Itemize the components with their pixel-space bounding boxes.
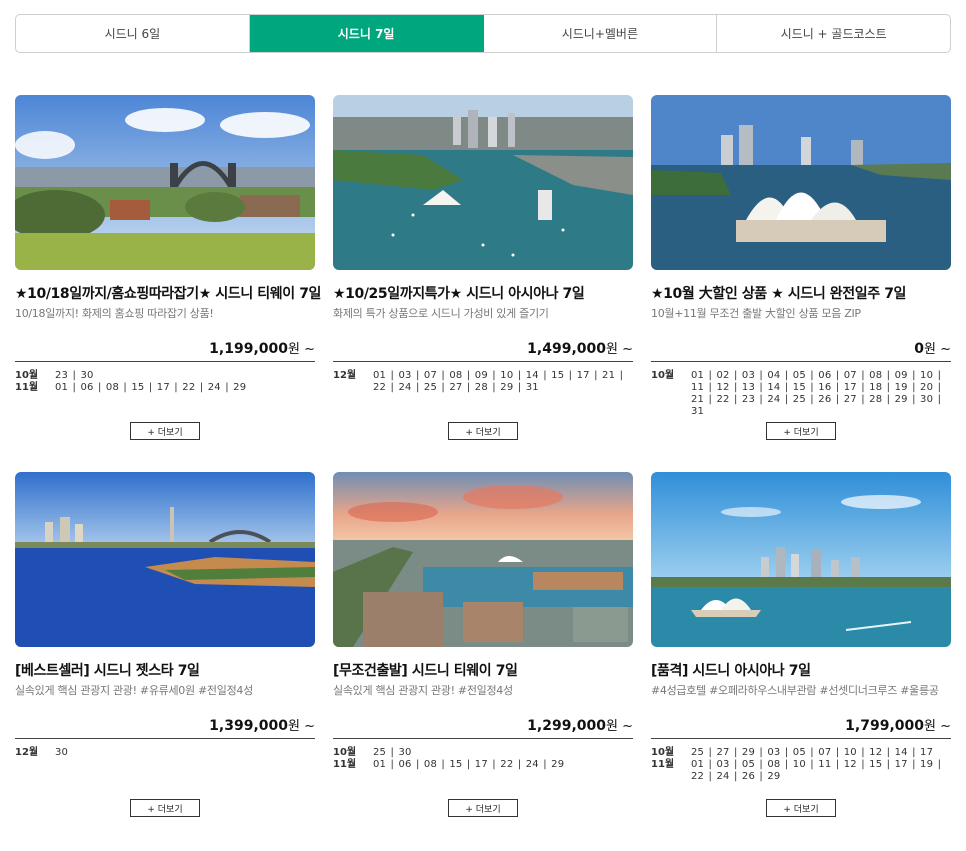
tab-sydney-7days[interactable]: 시드니 7일: [249, 15, 484, 52]
product-title[interactable]: [베스트셀러] 시드니 젯스타 7일: [15, 660, 315, 680]
product-subtitle: 10월+11월 무조건 출발 大할인 상품 모음 ZIP: [651, 307, 861, 320]
price-currency: 원 ~: [288, 719, 315, 734]
price-currency: 원 ~: [288, 342, 315, 357]
divider: [333, 361, 633, 362]
product-price: 1,799,000원 ~: [651, 715, 951, 735]
departure-days[interactable]: 01 | 03 | 07 | 08 | 09 | 10 | 14 | 15 | …: [373, 370, 633, 394]
departure-dates: 10월 25 | 30 11월 01 | 06 | 08 | 15 | 17 | 2…: [333, 747, 633, 785]
departure-days[interactable]: 01 | 06 | 08 | 15 | 17 | 22 | 24 | 29: [55, 382, 315, 394]
product-price: 0원 ~: [651, 338, 951, 358]
departure-month: 12월: [333, 370, 357, 381]
price-value: 1,799,000: [845, 718, 924, 734]
departure-month: 11월: [651, 759, 675, 770]
product-title[interactable]: [무조건출발] 시드니 티웨이 7일: [333, 660, 633, 680]
tab-sydney-6days[interactable]: 시드니 6일: [16, 15, 250, 52]
more-button[interactable]: + 더보기: [448, 422, 518, 440]
divider: [15, 361, 315, 362]
product-subtitle: 실속있게 핵심 관광지 관광! #유류세0원 #전일정4성: [15, 684, 253, 697]
price-currency: 원 ~: [606, 719, 633, 734]
tab-sydney-melbourne[interactable]: 시드니+멜버른: [484, 15, 718, 52]
departure-month: 10월: [333, 747, 357, 758]
price-currency: 원 ~: [924, 342, 951, 357]
more-button[interactable]: + 더보기: [448, 799, 518, 817]
departure-days[interactable]: 01 | 06 | 08 | 15 | 17 | 22 | 24 | 29: [373, 759, 633, 771]
departure-month: 11월: [15, 382, 39, 393]
departure-days[interactable]: 01 | 03 | 05 | 08 | 10 | 11 | 12 | 15 | …: [691, 759, 951, 783]
price-value: 1,499,000: [527, 341, 606, 357]
departure-month: 10월: [15, 370, 39, 381]
product-subtitle: 10/18일까지! 화제의 홈쇼핑 따라잡기 상품!: [15, 307, 214, 320]
product-card[interactable]: [무조건출발] 시드니 티웨이 7일 실속있게 핵심 관광지 관광! #전일정4…: [333, 472, 633, 817]
price-value: 1,199,000: [209, 341, 288, 357]
departure-month: 10월: [651, 370, 675, 381]
departure-days[interactable]: 25 | 30: [373, 747, 633, 759]
product-card[interactable]: ★10월 大할인 상품 ★ 시드니 완전일주 7일 10월+11월 무조건 출발…: [651, 95, 951, 440]
product-title[interactable]: ★10/25일까지특가★ 시드니 아시아나 7일: [333, 283, 633, 303]
product-price: 1,499,000원 ~: [333, 338, 633, 358]
divider: [15, 738, 315, 739]
product-image-sunset-harbour[interactable]: [333, 472, 633, 647]
departure-dates: 12월 01 | 03 | 07 | 08 | 09 | 10 | 14 | 15…: [333, 370, 633, 408]
product-price: 1,399,000원 ~: [15, 715, 315, 735]
product-price: 1,299,000원 ~: [333, 715, 633, 735]
product-image-opera-house-cityscape[interactable]: [651, 472, 951, 647]
product-card[interactable]: [베스트셀러] 시드니 젯스타 7일 실속있게 핵심 관광지 관광! #유류세0…: [15, 472, 315, 817]
tab-bar: 시드니 6일 시드니 7일 시드니+멜버른 시드니 + 골드코스트: [15, 14, 951, 53]
product-card[interactable]: ★10/18일까지/홈쇼핑따라잡기★ 시드니 티웨이 7일 10/18일까지! …: [15, 95, 321, 440]
more-button[interactable]: + 더보기: [130, 422, 200, 440]
price-value: 0: [914, 341, 924, 357]
product-image-harbour-bridge[interactable]: [15, 95, 315, 270]
product-price: 1,199,000원 ~: [15, 338, 315, 358]
divider: [651, 738, 951, 739]
price-value: 1,399,000: [209, 718, 288, 734]
departure-days[interactable]: 30: [55, 747, 315, 759]
more-button[interactable]: + 더보기: [766, 422, 836, 440]
departure-dates: 10월 01 | 02 | 03 | 04 | 05 | 06 | 07 | 08…: [651, 370, 951, 417]
price-currency: 원 ~: [606, 342, 633, 357]
product-title[interactable]: ★10/18일까지/홈쇼핑따라잡기★ 시드니 티웨이 7일: [15, 283, 321, 303]
divider: [651, 361, 951, 362]
product-title[interactable]: ★10월 大할인 상품 ★ 시드니 완전일주 7일: [651, 283, 951, 303]
departure-days[interactable]: 01 | 02 | 03 | 04 | 05 | 06 | 07 | 08 | …: [691, 370, 951, 418]
departure-dates: 10월 25 | 27 | 29 | 03 | 05 | 07 | 10 | 12…: [651, 747, 951, 785]
product-card[interactable]: ★10/25일까지특가★ 시드니 아시아나 7일 화제의 특가 상품으로 시드니…: [333, 95, 633, 440]
departure-month: 11월: [333, 759, 357, 770]
departure-dates: 10월 23 | 30 11월 01 | 06 | 08 | 15 | 17 | 2…: [15, 370, 315, 408]
departure-days[interactable]: 25 | 27 | 29 | 03 | 05 | 07 | 10 | 12 | …: [691, 747, 951, 759]
departure-month: 10월: [651, 747, 675, 758]
product-subtitle: #4성급호텔 #오페라하우스내부관람 #선셋디너크루즈 #울릉공: [651, 684, 939, 697]
departure-month: 12월: [15, 747, 39, 758]
product-subtitle: 화제의 특가 상품으로 시드니 가성비 있게 즐기기: [333, 307, 549, 320]
product-image-harbour-skyline[interactable]: [15, 472, 315, 647]
product-subtitle: 실속있게 핵심 관광지 관광! #전일정4성: [333, 684, 513, 697]
departure-dates: 12월 30: [15, 747, 315, 785]
divider: [333, 738, 633, 739]
departure-days[interactable]: 23 | 30: [55, 370, 315, 382]
product-card[interactable]: [품격] 시드니 아시아나 7일 #4성급호텔 #오페라하우스내부관람 #선셋디…: [651, 472, 951, 817]
more-button[interactable]: + 더보기: [130, 799, 200, 817]
tab-sydney-goldcoast[interactable]: 시드니 + 골드코스트: [717, 15, 950, 52]
product-image-sydney-harbour-aerial[interactable]: [333, 95, 633, 270]
product-image-opera-house[interactable]: [651, 95, 951, 270]
more-button[interactable]: + 더보기: [766, 799, 836, 817]
price-value: 1,299,000: [527, 718, 606, 734]
product-title[interactable]: [품격] 시드니 아시아나 7일: [651, 660, 951, 680]
price-currency: 원 ~: [924, 719, 951, 734]
